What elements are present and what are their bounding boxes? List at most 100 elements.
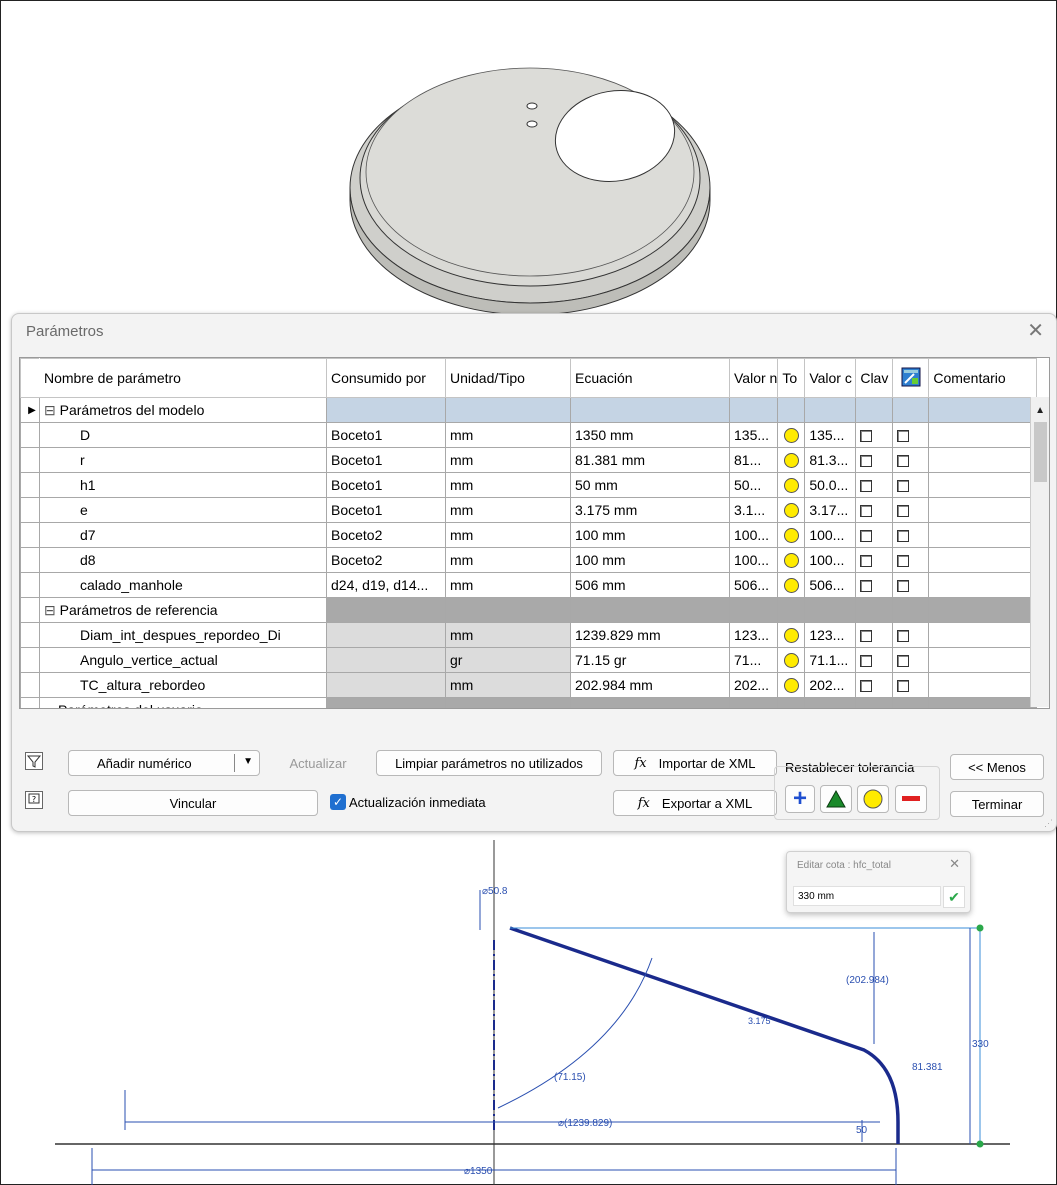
key-checkbox[interactable] <box>860 530 873 543</box>
param-equation[interactable]: 100 mm <box>570 547 730 573</box>
export-checkbox[interactable] <box>897 505 910 518</box>
close-icon[interactable]: ✕ <box>1027 318 1044 343</box>
tolerance-icon[interactable] <box>783 453 799 469</box>
key-checkbox[interactable] <box>860 555 873 568</box>
param-name[interactable]: Angulo_vertice_actual <box>39 647 327 673</box>
param-unit[interactable]: mm <box>445 422 571 448</box>
tolerance-icon[interactable] <box>783 653 799 669</box>
outer-dia-dim-label[interactable]: ⌀1350 <box>464 1166 493 1177</box>
param-name[interactable]: e <box>39 497 327 523</box>
param-comment[interactable] <box>928 647 1038 673</box>
tolerance-icon[interactable] <box>783 503 799 519</box>
group-row-user[interactable]: Parámetros del usuario <box>20 697 1038 708</box>
export-checkbox[interactable] <box>897 630 910 643</box>
export-checkbox[interactable] <box>897 680 910 693</box>
table-row[interactable]: h1 Boceto1 mm 50 mm 50... 50.0... <box>20 472 1038 498</box>
profile-curve[interactable] <box>509 926 900 1144</box>
parameters-grid[interactable]: Nombre de parámetro Consumido por Unidad… <box>19 357 1050 709</box>
param-equation[interactable]: 71.15 gr <box>570 647 730 673</box>
param-name[interactable]: r <box>39 447 327 473</box>
tolerance-icon[interactable] <box>783 678 799 694</box>
param-name[interactable]: d8 <box>39 547 327 573</box>
col-header-tolerance[interactable]: To <box>777 358 806 398</box>
total-height-dim-label[interactable]: 330 <box>972 1039 989 1050</box>
param-name[interactable]: h1 <box>39 472 327 498</box>
tolerance-icon[interactable] <box>783 428 799 444</box>
table-row[interactable]: calado_manhole d24, d19, d14... mm 506 m… <box>20 572 1038 598</box>
param-comment[interactable] <box>928 522 1038 548</box>
upper-tolerance-plus-icon[interactable]: + <box>785 785 815 813</box>
done-button[interactable]: Terminar <box>950 791 1044 817</box>
export-checkbox[interactable] <box>897 580 910 593</box>
collapse-icon[interactable]: ⊟ <box>44 402 56 418</box>
col-header-nominal[interactable]: Valor n <box>728 358 779 398</box>
help-icon[interactable]: ? <box>25 791 43 809</box>
key-checkbox[interactable] <box>860 630 873 643</box>
popup-close-icon[interactable]: ✕ <box>949 856 960 872</box>
thickness-dim-label[interactable]: 3.175 <box>748 1016 771 1026</box>
chevron-down-icon[interactable]: ▼ <box>243 756 253 767</box>
constraint-point[interactable] <box>976 924 984 932</box>
param-comment[interactable] <box>928 547 1038 573</box>
param-name[interactable]: Diam_int_despues_repordeo_Di <box>39 622 327 648</box>
param-equation[interactable]: 3.175 mm <box>570 497 730 523</box>
param-unit[interactable]: mm <box>445 547 571 573</box>
key-checkbox[interactable] <box>860 655 873 668</box>
group-row-reference[interactable]: ⊟ Parámetros de referencia <box>20 597 1038 623</box>
top-dia-dim-label[interactable]: ⌀50.8 <box>482 886 508 897</box>
col-header-key[interactable]: Clav <box>855 358 894 398</box>
export-checkbox[interactable] <box>897 655 910 668</box>
param-comment[interactable] <box>928 572 1038 598</box>
median-tolerance-triangle-icon[interactable] <box>820 785 852 813</box>
export-checkbox[interactable] <box>897 455 910 468</box>
key-checkbox[interactable] <box>860 430 873 443</box>
param-unit[interactable]: mm <box>445 497 571 523</box>
lower-tolerance-minus-icon[interactable] <box>895 785 927 813</box>
key-checkbox[interactable] <box>860 455 873 468</box>
export-checkbox[interactable] <box>897 480 910 493</box>
key-checkbox[interactable] <box>860 580 873 593</box>
table-row[interactable]: e Boceto1 mm 3.175 mm 3.1... 3.17... <box>20 497 1038 523</box>
tolerance-icon[interactable] <box>783 528 799 544</box>
col-header-consumed[interactable]: Consumido por <box>326 358 446 398</box>
export-checkbox[interactable] <box>897 530 910 543</box>
param-equation[interactable]: 1350 mm <box>570 422 730 448</box>
group-row-model[interactable]: ▶ ⊟ Parámetros del modelo <box>20 397 1038 423</box>
param-unit[interactable]: mm <box>445 572 571 598</box>
table-row[interactable]: Diam_int_despues_repordeo_Di mm 1239.829… <box>20 622 1038 648</box>
update-button[interactable]: Actualizar <box>280 750 356 776</box>
param-name[interactable]: calado_manhole <box>39 572 327 598</box>
scroll-thumb[interactable] <box>1034 422 1047 482</box>
tolerance-icon[interactable] <box>783 553 799 569</box>
accept-check-icon[interactable]: ✔ <box>943 886 965 908</box>
table-row[interactable]: d7 Boceto2 mm 100 mm 100... 100... <box>20 522 1038 548</box>
param-unit[interactable]: mm <box>445 472 571 498</box>
param-comment[interactable] <box>928 447 1038 473</box>
table-row[interactable]: TC_altura_rebordeo mm 202.984 mm 202... … <box>20 672 1038 698</box>
col-header-unit[interactable]: Unidad/Tipo <box>445 358 571 398</box>
inner-dia-dim-label[interactable]: ⌀(1239.829) <box>558 1118 612 1129</box>
import-xml-button[interactable]: fx Importar de XML <box>613 750 777 776</box>
param-comment[interactable] <box>928 472 1038 498</box>
key-checkbox[interactable] <box>860 480 873 493</box>
table-row[interactable]: Angulo_vertice_actual gr 71.15 gr 71... … <box>20 647 1038 673</box>
param-comment[interactable] <box>928 497 1038 523</box>
tolerance-icon[interactable] <box>783 628 799 644</box>
param-name[interactable]: d7 <box>39 522 327 548</box>
param-comment[interactable] <box>928 672 1038 698</box>
height-ref-dim-label[interactable]: (202.984) <box>846 975 889 986</box>
export-parameter-icon[interactable] <box>892 358 930 398</box>
param-comment[interactable] <box>928 422 1038 448</box>
param-equation[interactable]: 100 mm <box>570 522 730 548</box>
tolerance-icon[interactable] <box>783 578 799 594</box>
table-row[interactable]: d8 Boceto2 mm 100 mm 100... 100... <box>20 547 1038 573</box>
link-button[interactable]: Vincular <box>68 790 318 816</box>
h1-dim-label[interactable]: 50 <box>856 1125 868 1136</box>
col-header-name[interactable]: Nombre de parámetro <box>39 358 327 398</box>
table-row[interactable]: r Boceto1 mm 81.381 mm 81... 81.3... <box>20 447 1038 473</box>
param-equation[interactable]: 1239.829 mm <box>570 622 730 648</box>
param-name[interactable]: TC_altura_rebordeo <box>39 672 327 698</box>
immediate-update-checkbox[interactable]: ✓ <box>330 794 346 810</box>
angle-dim-label[interactable]: (71.15) <box>554 1072 586 1083</box>
purge-unused-button[interactable]: Limpiar parámetros no utilizados <box>376 750 602 776</box>
